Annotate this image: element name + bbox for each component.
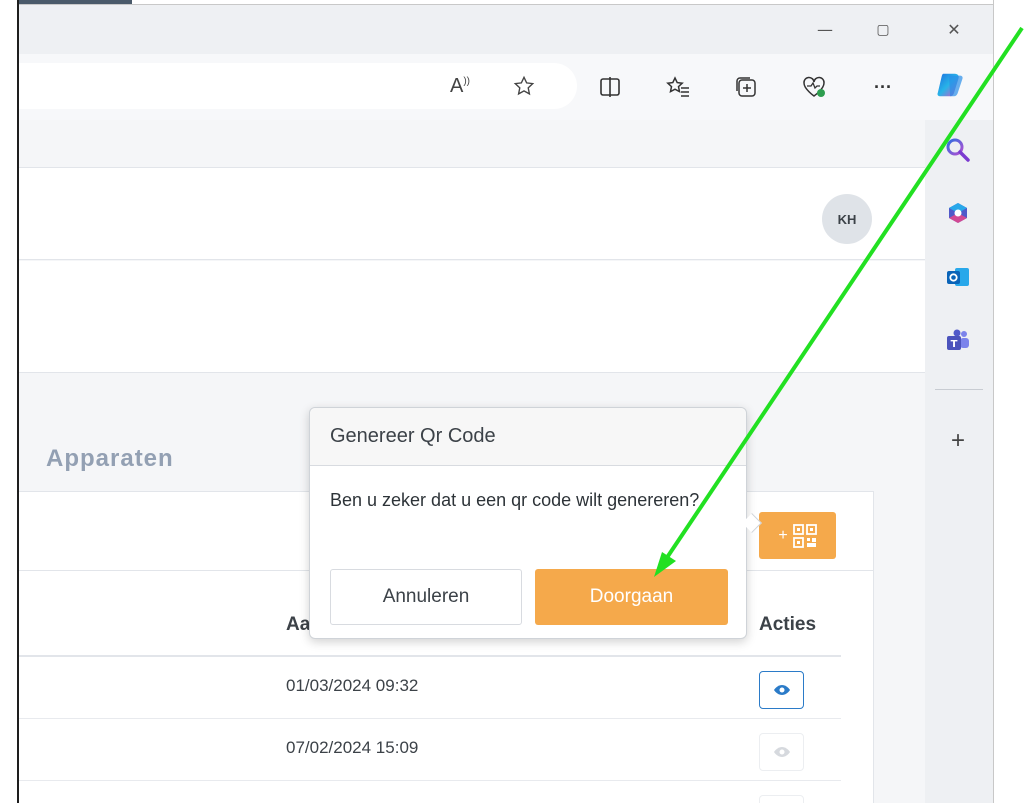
table-row: 01/03/2024 09:32 [19, 657, 841, 719]
sidebar-divider [935, 389, 983, 390]
svg-text:T: T [951, 339, 958, 350]
browser-tab-sliver[interactable] [19, 0, 132, 4]
window-titlebar: — ▢ ✕ [19, 5, 993, 54]
table-row: 07/02/2024 15:09 [19, 719, 841, 781]
eye-icon [773, 685, 790, 695]
tab-apparaten[interactable]: Apparaten [46, 445, 174, 473]
teams-icon[interactable]: T [943, 325, 973, 355]
popover-header: Genereer Qr Code [310, 408, 746, 466]
confirm-button[interactable]: Doorgaan [535, 569, 728, 625]
split-screen-icon[interactable] [595, 72, 625, 102]
page-subheader [19, 261, 925, 373]
view-button-disabled [759, 795, 804, 803]
minimize-button[interactable]: — [810, 15, 840, 45]
plus-icon: + [778, 526, 788, 544]
favorites-icon[interactable] [663, 72, 693, 102]
outside-area [993, 0, 1024, 803]
popover-title: Genereer Qr Code [330, 425, 496, 447]
popover-message: Ben u zeker dat u een qr code wilt gener… [330, 490, 700, 510]
app-header: KH [19, 167, 925, 260]
add-sidebar-app-icon[interactable]: + [943, 426, 973, 456]
cell-date: 01/03/2024 09:32 [286, 676, 419, 695]
view-button-disabled [759, 733, 804, 771]
frame-border [17, 0, 19, 803]
browser-toolbar: A)) ··· [19, 54, 993, 120]
more-icon[interactable]: ··· [868, 72, 898, 102]
cancel-button[interactable]: Annuleren [330, 569, 522, 625]
eye-icon [773, 747, 790, 757]
confirm-popover: Genereer Qr Code Ben u zeker dat u een q… [309, 407, 762, 639]
cell-date: 07/02/2024 15:09 [286, 738, 419, 757]
generate-qr-button[interactable]: + [759, 512, 836, 559]
browser-essentials-icon[interactable] [799, 72, 829, 102]
microsoft365-icon[interactable] [943, 198, 973, 228]
view-button[interactable] [759, 671, 804, 709]
close-window-button[interactable]: ✕ [939, 15, 969, 45]
address-bar[interactable]: A)) [19, 63, 577, 109]
favorite-star-icon[interactable] [509, 71, 539, 101]
copilot-icon[interactable] [936, 70, 966, 100]
column-header-date[interactable]: Aa [286, 614, 310, 636]
qr-code-icon [792, 523, 817, 548]
read-aloud-icon[interactable]: A)) [445, 71, 475, 101]
edge-sidebar: T + [925, 120, 993, 803]
table-row [19, 781, 841, 803]
collections-icon[interactable] [731, 72, 761, 102]
restore-button[interactable]: ▢ [868, 15, 898, 45]
search-icon[interactable] [943, 135, 973, 165]
column-header-actions: Acties [759, 614, 817, 635]
outlook-icon[interactable] [943, 262, 973, 292]
avatar[interactable]: KH [822, 194, 872, 244]
